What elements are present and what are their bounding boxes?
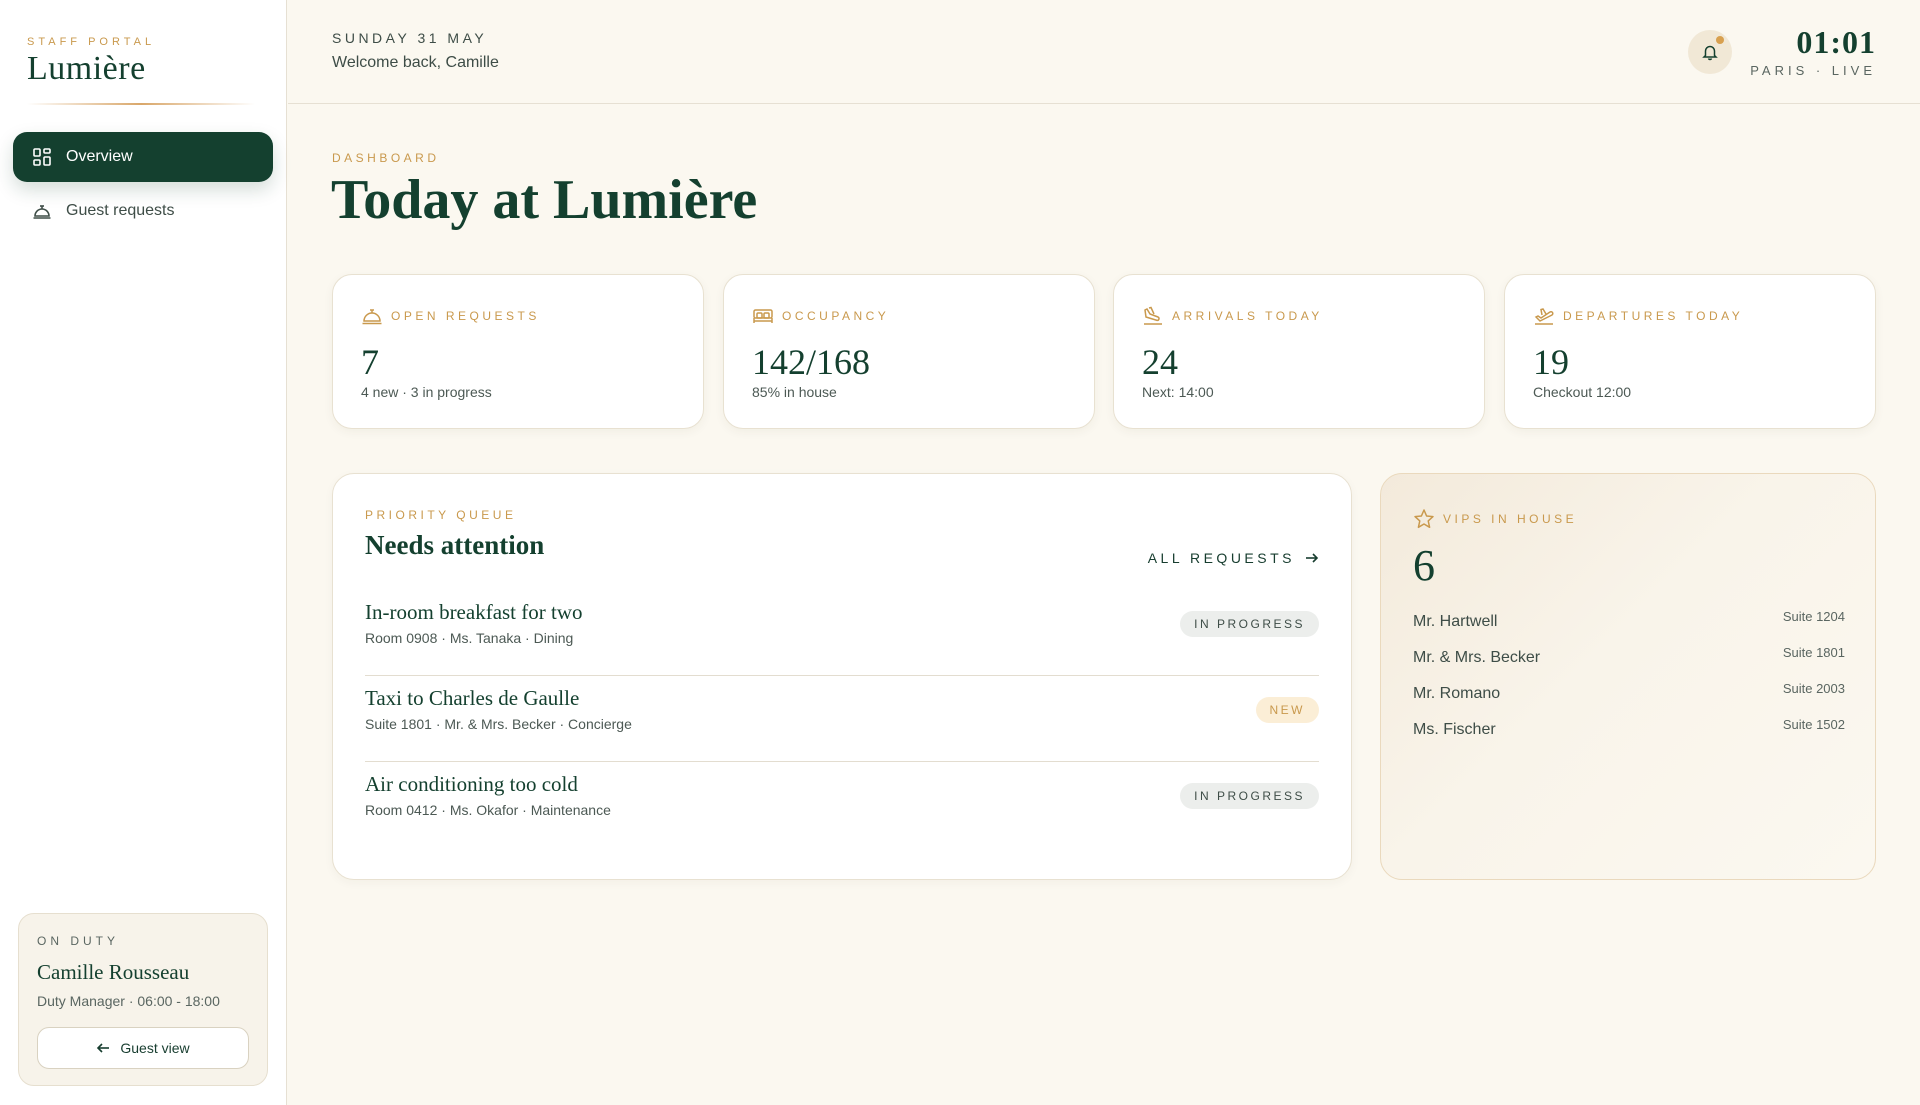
plane-landing-icon xyxy=(1144,306,1162,325)
all-requests-label: ALL REQUESTS xyxy=(1147,550,1295,566)
service-bell-icon xyxy=(33,205,51,219)
request-title: Taxi to Charles de Gaulle xyxy=(365,686,580,710)
brand-logo[interactable]: Lumière xyxy=(27,50,155,88)
stat-card-occupancy[interactable]: OCCUPANCY 142/168 85% in house xyxy=(723,274,1095,429)
header-welcome: Welcome back, Camille xyxy=(332,54,499,71)
request-meta: Suite 1801 · Mr. & Mrs. Becker · Concier… xyxy=(365,716,632,732)
stat-header: OPEN REQUESTS xyxy=(361,305,540,327)
guest-view-label: Guest view xyxy=(120,1040,190,1056)
stat-label: OCCUPANCY xyxy=(782,309,890,323)
page-kicker: DASHBOARD xyxy=(332,151,440,165)
priority-queue-panel: PRIORITY QUEUE Needs attention ALL REQUE… xyxy=(332,473,1352,880)
vip-row[interactable]: Ms. Fischer Suite 1502 xyxy=(1413,713,1845,743)
live-clock: 01:01 PARIS · LIVE xyxy=(1750,24,1876,78)
request-meta: Room 0412 · Ms. Okafor · Maintenance xyxy=(365,802,611,818)
stat-subtext: Next: 14:00 xyxy=(1142,384,1214,400)
request-row[interactable]: Taxi to Charles de Gaulle Suite 1801 · M… xyxy=(365,676,1319,762)
top-header: SUNDAY 31 MAY Welcome back, Camille 01:0… xyxy=(288,0,1920,104)
nav-item-label: Overview xyxy=(66,148,133,165)
status-badge: IN PROGRESS xyxy=(1180,783,1319,809)
request-row[interactable]: Air conditioning too cold Room 0412 · Ms… xyxy=(365,762,1319,848)
nav-item-guest-requests[interactable]: Guest requests xyxy=(13,186,273,236)
vips-panel: VIPS IN HOUSE 6 Mr. Hartwell Suite 1204 … xyxy=(1380,473,1876,880)
star-icon xyxy=(1414,509,1434,529)
vip-suite: Suite 1204 xyxy=(1782,609,1845,624)
vip-suite: Suite 1801 xyxy=(1782,645,1845,660)
on-duty-kicker: ON DUTY xyxy=(37,934,119,948)
vips-header: VIPS IN HOUSE xyxy=(1413,508,1577,530)
stat-header: DEPARTURES TODAY xyxy=(1533,305,1743,327)
vip-row[interactable]: Mr. Romano Suite 2003 xyxy=(1413,677,1845,707)
vip-name: Mr. & Mrs. Becker xyxy=(1413,649,1541,666)
sidebar: STAFF PORTAL Lumière Overview Guest requ… xyxy=(0,0,287,1105)
request-row[interactable]: In-room breakfast for two Room 0908 · Ms… xyxy=(365,590,1319,676)
stat-value: 19 xyxy=(1533,342,1569,382)
stat-header: OCCUPANCY xyxy=(752,305,889,327)
stat-card-departures-today[interactable]: DEPARTURES TODAY 19 Checkout 12:00 xyxy=(1504,274,1876,429)
guest-view-button[interactable]: Guest view xyxy=(37,1027,249,1069)
vip-name: Mr. Hartwell xyxy=(1413,613,1498,630)
stat-subtext: Checkout 12:00 xyxy=(1533,384,1632,400)
nav-item-label: Guest requests xyxy=(66,202,175,219)
notifications-button[interactable] xyxy=(1688,30,1732,74)
vip-suite: Suite 1502 xyxy=(1782,717,1845,732)
stat-subtext: 85% in house xyxy=(752,384,837,400)
vip-suite: Suite 2003 xyxy=(1782,681,1845,696)
stat-card-open-requests[interactable]: OPEN REQUESTS 7 4 new · 3 in progress xyxy=(332,274,704,429)
bell-icon xyxy=(1702,45,1718,61)
stat-header: ARRIVALS TODAY xyxy=(1142,305,1323,327)
service-bell-icon xyxy=(362,309,382,325)
brand: STAFF PORTAL Lumière xyxy=(27,36,155,88)
stat-label: ARRIVALS TODAY xyxy=(1172,309,1323,323)
vip-name: Ms. Fischer xyxy=(1413,721,1496,738)
vips-count: 6 xyxy=(1413,541,1435,590)
stat-card-arrivals-today[interactable]: ARRIVALS TODAY 24 Next: 14:00 xyxy=(1113,274,1485,429)
on-duty-role: Duty Manager · 06:00 - 18:00 xyxy=(37,993,220,1009)
queue-kicker: PRIORITY QUEUE xyxy=(365,508,517,522)
grid-icon xyxy=(33,148,51,166)
request-title: Air conditioning too cold xyxy=(365,772,578,796)
brand-divider xyxy=(27,103,255,105)
stat-value: 142/168 xyxy=(752,342,871,382)
stat-label: OPEN REQUESTS xyxy=(391,309,540,323)
stat-subtext: 4 new · 3 in progress xyxy=(361,384,492,400)
arrow-left-icon xyxy=(97,1043,110,1053)
on-duty-card: ON DUTY Camille Rousseau Duty Manager · … xyxy=(18,913,268,1086)
request-title: In-room breakfast for two xyxy=(365,600,583,624)
on-duty-name: Camille Rousseau xyxy=(37,960,190,984)
clock-location: PARIS · LIVE xyxy=(1750,63,1876,78)
status-badge: NEW xyxy=(1255,697,1319,723)
vip-row[interactable]: Mr. & Mrs. Becker Suite 1801 xyxy=(1413,641,1845,671)
vips-label: VIPS IN HOUSE xyxy=(1443,512,1578,526)
clock-time: 01:01 xyxy=(1796,24,1876,60)
stat-value: 24 xyxy=(1142,342,1178,382)
header-date: SUNDAY 31 MAY xyxy=(332,30,488,46)
arrow-right-icon xyxy=(1306,553,1319,563)
nav-item-overview[interactable]: Overview xyxy=(13,132,273,182)
queue-title: Needs attention xyxy=(365,530,545,560)
vip-name: Mr. Romano xyxy=(1413,685,1501,702)
stat-value: 7 xyxy=(361,342,379,382)
brand-kicker: STAFF PORTAL xyxy=(27,36,156,48)
page-title: Today at Lumière xyxy=(331,169,758,231)
vip-row[interactable]: Mr. Hartwell Suite 1204 xyxy=(1413,605,1845,635)
bed-icon xyxy=(753,309,773,323)
status-badge: IN PROGRESS xyxy=(1180,611,1319,637)
all-requests-link[interactable]: ALL REQUESTS xyxy=(1148,550,1319,566)
notification-dot xyxy=(1716,36,1724,44)
request-meta: Room 0908 · Ms. Tanaka · Dining xyxy=(365,630,574,646)
stat-label: DEPARTURES TODAY xyxy=(1563,309,1744,323)
plane-takeoff-icon xyxy=(1534,308,1554,325)
